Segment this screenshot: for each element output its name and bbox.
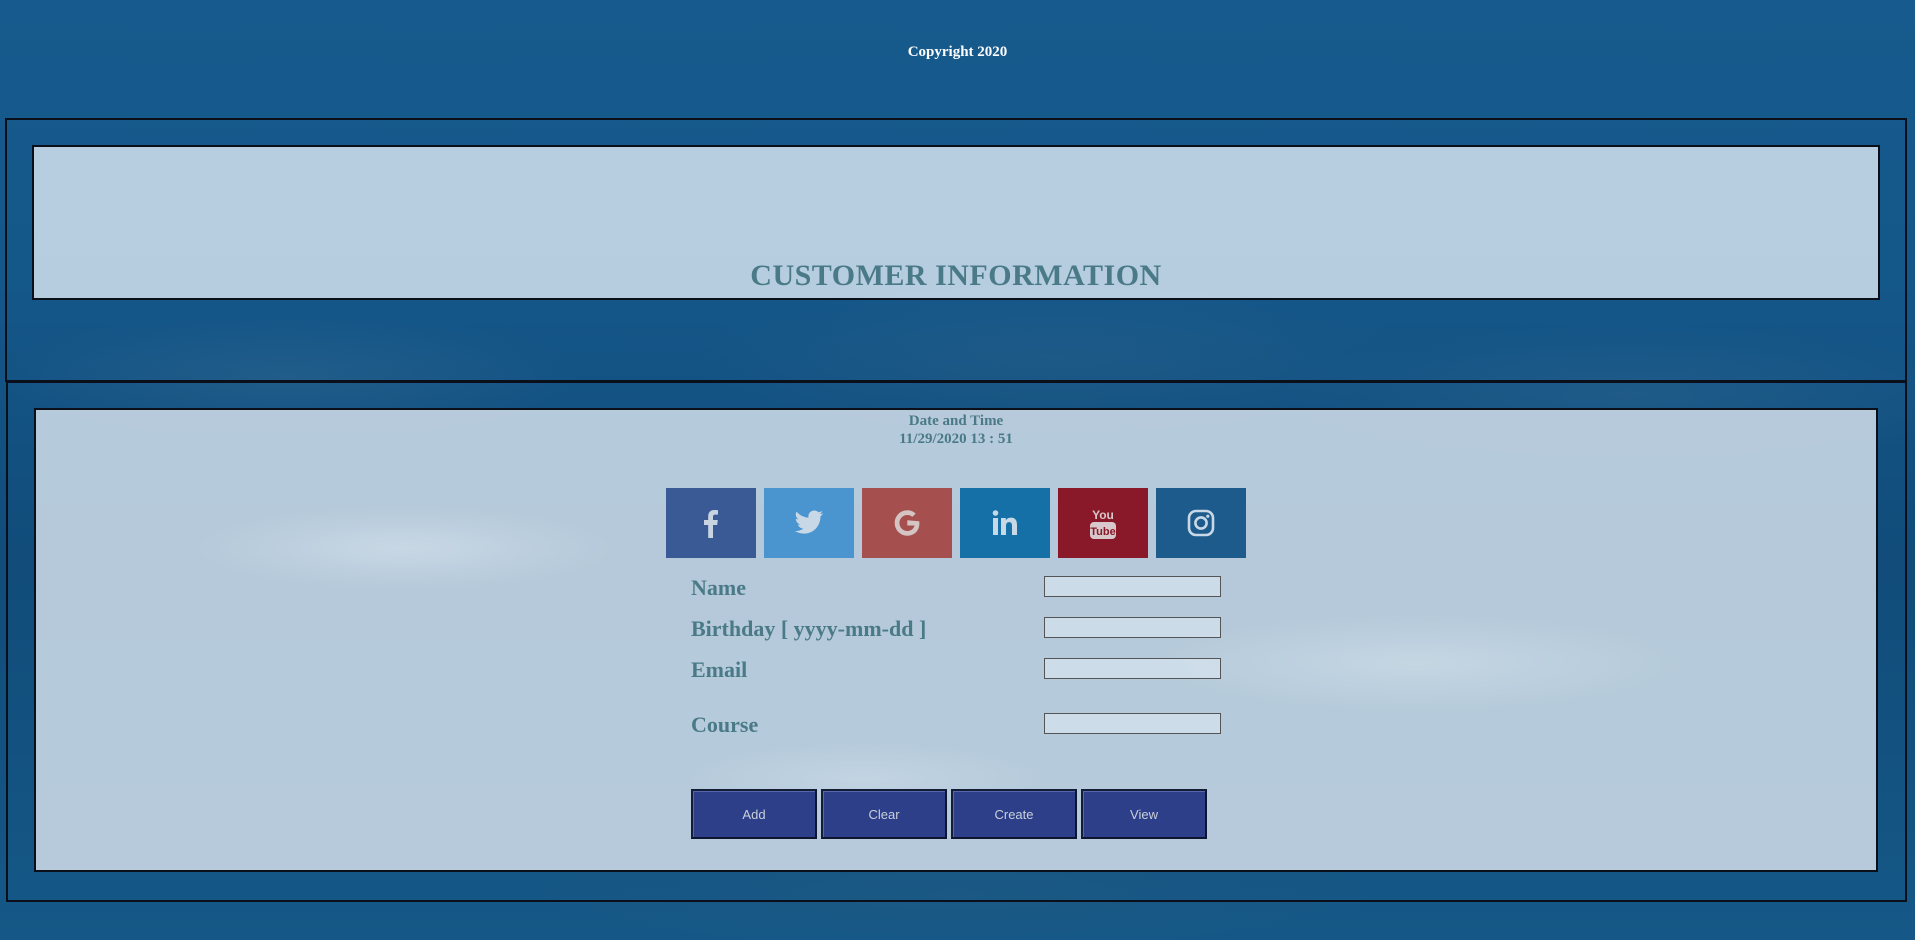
course-input[interactable] — [1044, 713, 1221, 734]
linkedin-icon — [992, 510, 1017, 535]
view-button[interactable]: View — [1081, 789, 1207, 839]
twitter-icon — [795, 510, 823, 534]
add-button[interactable]: Add — [691, 789, 817, 839]
course-label: Course — [691, 712, 759, 737]
form-row-name: Name — [691, 575, 1251, 605]
form-row-course: Course — [691, 712, 1251, 742]
birthday-label: Birthday [ yyyy-mm-dd ] — [691, 616, 927, 641]
birthday-input[interactable] — [1044, 617, 1221, 638]
name-label: Name — [691, 575, 746, 600]
facebook-button[interactable] — [666, 488, 756, 558]
facebook-icon — [704, 510, 718, 538]
name-input[interactable] — [1044, 576, 1221, 597]
twitter-button[interactable] — [764, 488, 854, 558]
youtube-button[interactable]: You Tube — [1058, 488, 1148, 558]
form-row-birthday: Birthday [ yyyy-mm-dd ] — [691, 616, 1251, 646]
datetime-label: Date and Time — [908, 413, 1004, 429]
svg-text:You: You — [1092, 508, 1114, 522]
email-label: Email — [691, 657, 748, 682]
copyright-footer: Copyright 2020 — [907, 44, 1008, 60]
form-row-email: Email — [691, 657, 1251, 687]
linkedin-button[interactable] — [960, 488, 1050, 558]
social-links: You Tube — [666, 488, 1246, 558]
google-icon — [894, 510, 920, 536]
instagram-icon — [1187, 509, 1215, 537]
header-panel: CUSTOMER INFORMATION — [32, 145, 1880, 300]
svg-text:Tube: Tube — [1090, 526, 1115, 538]
email-input[interactable] — [1044, 658, 1221, 679]
youtube-icon: You Tube — [1090, 508, 1116, 539]
page-title: CUSTOMER INFORMATION — [750, 259, 1162, 292]
google-button[interactable] — [862, 488, 952, 558]
create-button[interactable]: Create — [951, 789, 1077, 839]
clear-button[interactable]: Clear — [821, 789, 947, 839]
datetime-block: Date and Time 11/29/2020 13 : 51 — [36, 412, 1876, 448]
instagram-button[interactable] — [1156, 488, 1246, 558]
customer-form-panel: Date and Time 11/29/2020 13 : 51 You Tub… — [34, 408, 1878, 872]
datetime-value: 11/29/2020 13 : 51 — [899, 431, 1013, 447]
